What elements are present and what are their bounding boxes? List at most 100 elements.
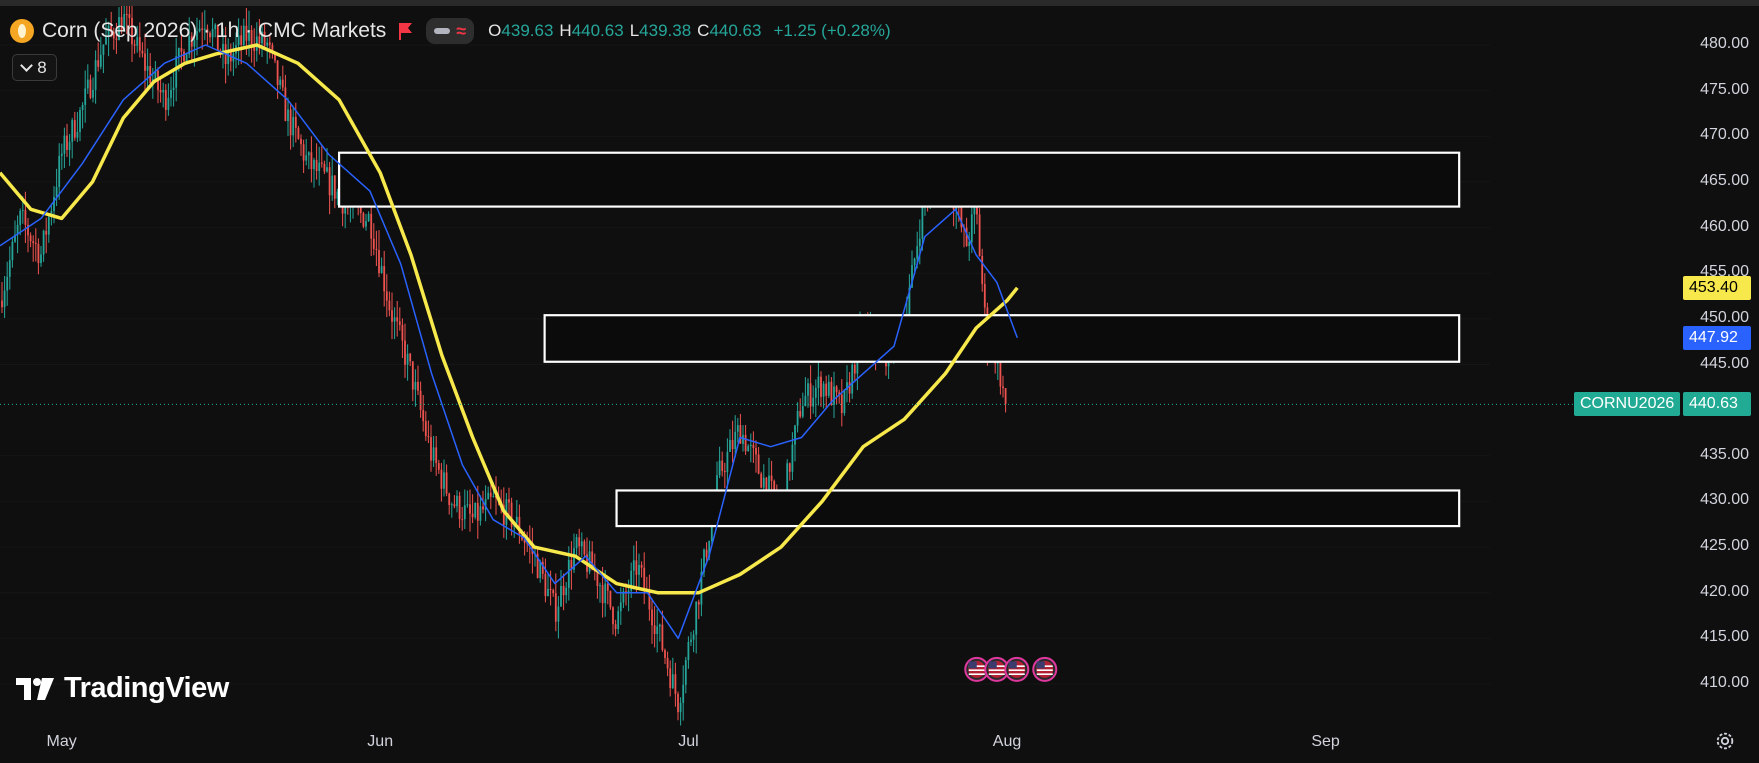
price-chart[interactable] (0, 6, 1759, 763)
flag-icon[interactable] (398, 21, 414, 41)
candle-body (666, 657, 669, 669)
candle-body (164, 90, 167, 110)
candle-body (583, 541, 586, 555)
candle-body (183, 51, 185, 62)
candle-body (463, 505, 466, 520)
tradingview-logo[interactable]: TradingView (16, 672, 229, 705)
candle-body (604, 583, 607, 604)
candle-body (614, 624, 617, 630)
candle-body (391, 310, 393, 322)
candle-body (723, 470, 726, 473)
candle-body (320, 162, 323, 164)
candle-body (684, 660, 687, 685)
candle-body (471, 513, 474, 518)
settings-gear-icon[interactable] (1714, 730, 1736, 752)
candle-body (658, 624, 661, 627)
eye-icon[interactable] (434, 28, 451, 34)
candle-body (474, 503, 477, 518)
candle-body (333, 175, 336, 199)
candle-body (279, 79, 282, 86)
candle-body (487, 492, 490, 500)
wave-icon[interactable]: ≈ (456, 22, 466, 40)
flag-stripe (968, 669, 985, 671)
candle-body (365, 220, 367, 227)
candle-body (102, 44, 105, 55)
indicator-visibility-pill[interactable]: ≈ (426, 18, 475, 44)
candle-body (599, 585, 601, 587)
candle-body (448, 493, 451, 505)
time-tick-label: Jun (367, 733, 394, 750)
candle-body (617, 611, 620, 630)
candle-body (840, 394, 843, 414)
candle-body (422, 410, 425, 422)
candle-body (726, 451, 729, 473)
candle-body (482, 506, 484, 510)
candle-body (86, 79, 89, 89)
chevron-down-icon (20, 59, 34, 72)
candle-body (747, 446, 750, 452)
ohlc-values: O439.63 H440.63 L439.38 C440.63 +1.25 (+… (488, 21, 891, 40)
candle-body (565, 587, 568, 596)
candle-body (162, 90, 165, 93)
candle-body (144, 53, 146, 71)
candle-body (1004, 388, 1007, 404)
price-tick-label: 410.00 (1700, 674, 1749, 691)
candle-body (456, 495, 458, 507)
candle-body (692, 634, 695, 640)
candle-body (375, 248, 378, 251)
flag-canton (968, 661, 977, 669)
candle-body (679, 702, 682, 713)
candle-body (3, 290, 6, 308)
candle-body (141, 50, 144, 54)
candle-body (385, 291, 388, 301)
symbol-title[interactable]: Corn (Sep 2026) · 1h · CMC Markets (42, 19, 386, 43)
candle-body (300, 138, 302, 145)
candle-body (762, 477, 765, 488)
close-value: 440.63 (709, 21, 762, 40)
candle-body (814, 387, 817, 398)
candle-body (643, 567, 646, 590)
price-tick-label: 450.00 (1700, 308, 1749, 326)
candle-body (94, 60, 97, 90)
candle-body (19, 210, 22, 225)
price-tick-label: 435.00 (1700, 445, 1749, 463)
candle-body (578, 537, 581, 547)
price-tag: 447.92 (1683, 325, 1751, 350)
candle-body (669, 668, 672, 689)
candle-body (63, 135, 66, 154)
candle-body (47, 216, 50, 235)
candle-body (372, 238, 375, 249)
candle-body (8, 260, 11, 277)
candle-body (313, 159, 315, 170)
candle-body (417, 381, 419, 391)
candle-body (310, 152, 313, 170)
candle-body (755, 448, 757, 455)
candle-body (323, 163, 326, 172)
candle-body (492, 495, 495, 497)
candle-body (697, 601, 700, 605)
indicator-count: 8 (37, 57, 47, 77)
candle-body (71, 120, 74, 142)
candle-body (404, 340, 406, 365)
candle-body (562, 585, 565, 596)
candle-body (34, 243, 37, 245)
indicators-collapse-button[interactable]: 8 (12, 54, 57, 81)
candle-body (791, 444, 794, 472)
candle-body (981, 255, 984, 285)
candle-body (383, 266, 386, 292)
price-tick-label: 415.00 (1700, 628, 1749, 646)
candle-body (11, 241, 14, 261)
candle-body (853, 364, 856, 374)
candle-body (508, 499, 510, 503)
zone-box-2 (543, 314, 1461, 363)
candle-body (705, 549, 708, 558)
flag-stripe (1036, 673, 1053, 675)
high-value: 440.63 (571, 21, 624, 40)
candle-body (677, 693, 679, 713)
change-value: +1.25 (+0.28%) (773, 21, 891, 40)
candle-body (476, 503, 479, 521)
candle-body (479, 506, 482, 521)
candle-body (560, 585, 562, 607)
candle-body (760, 473, 763, 488)
candle-body (45, 230, 48, 235)
